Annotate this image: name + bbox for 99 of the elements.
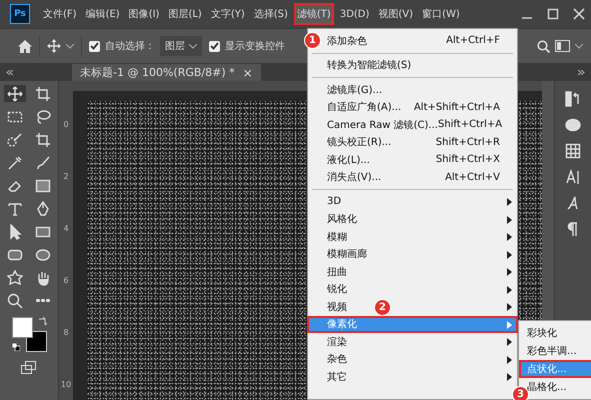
menu-item[interactable]: 扭曲 [327,264,347,279]
checkmark-icon [210,42,219,50]
shortcut-label: Shift+Ctrl+A [438,119,502,130]
collapse-icon[interactable] [6,70,14,75]
maximize-icon[interactable] [547,8,559,20]
show-transform-checkbox[interactable] [209,40,220,52]
ruler-label: 10 [60,381,72,389]
submenu-arrow-icon [507,250,512,258]
submenu-arrow-icon [507,286,512,294]
type-icon [7,200,23,216]
menu-item[interactable]: 添加杂色 [327,34,367,48]
ruler-label: 6 [63,277,69,285]
menu-item[interactable]: 模糊 [327,230,347,244]
menu-item[interactable]: 3D [327,196,342,208]
menu-item[interactable]: 彩色半调... [519,342,591,360]
pen-icon [35,200,51,216]
submenu-arrow-icon [507,356,512,364]
layer-dropdown[interactable]: 图层 [160,36,202,56]
menu-item[interactable]: 渲染 [327,334,347,349]
shape-icon [7,270,23,286]
menu-item[interactable]: 滤镜(T) [294,3,334,25]
quick-select-icon [7,132,23,148]
menu-item[interactable]: 风格化 [327,212,357,226]
ruler-label: 2 [63,173,69,181]
shape-tool[interactable] [4,269,26,286]
menu-item[interactable]: 图像(I) [126,3,162,25]
expand-icon[interactable] [577,70,585,75]
search-icon[interactable] [537,40,550,52]
submenu-arrow-icon [507,216,512,224]
grid-panel-icon[interactable] [565,143,581,159]
brush-icon [35,154,51,170]
ruler-label: 4 [63,225,69,233]
lasso-icon [35,108,51,124]
caret-icon [189,44,197,48]
menu-item[interactable]: 杂色 [327,352,347,366]
shortcut-label: Alt+Shift+Ctrl+A [414,102,500,113]
menu-item[interactable]: 自适应广角(A)... [327,100,402,114]
show-transform-label: 显示变换控件 [225,40,285,53]
close-icon[interactable] [573,8,585,20]
menu-item[interactable]: 液化(L)... [327,152,370,167]
shortcut-label: Shift+Ctrl+X [436,154,500,166]
eyedropper-icon [7,154,23,170]
swap-arrow-icon[interactable] [38,317,47,326]
menu-item[interactable]: 其它 [327,370,347,384]
gradient-icon [35,178,51,194]
auto-select-checkbox[interactable] [89,40,100,52]
color-swatches-drawing[interactable] [12,317,48,352]
menu-item[interactable]: 转换为智能滤镜(S) [327,58,412,72]
menu-item[interactable]: 消失点(V)... [327,170,382,184]
menu-item[interactable]: 彩块化 [519,324,591,342]
home-icon[interactable] [18,40,32,52]
submenu-arrow-icon [507,338,512,346]
submenu-arrow-icon [507,373,512,381]
shortcut-label: Alt+Ctrl+V [445,172,500,183]
submenu-arrow-icon [507,233,512,241]
zoom-icon [7,292,23,308]
artboard-icon [35,86,51,102]
menu-item[interactable]: 锐化 [327,282,347,296]
menu-item[interactable]: 编辑(E) [82,3,123,25]
more-icon [36,299,50,302]
menu-item[interactable]: 滤镜库(G)... [327,82,382,97]
menu-item[interactable]: 文件(F) [40,3,80,25]
caret-icon[interactable] [66,44,74,48]
move-tool[interactable] [4,85,26,102]
caret-icon[interactable] [575,44,583,48]
menu-item[interactable]: 模糊画廊 [327,247,367,262]
document-tab[interactable]: 未标题-1 @ 100%(RGB/8#) * × [72,64,261,81]
menu-item[interactable]: Camera Raw 滤镜(C)... [327,118,438,132]
close-tab-button[interactable]: × [242,66,253,80]
shortcut-label: Alt+Ctrl+F [446,35,500,46]
menu-item[interactable]: 窗口(W) [419,3,463,25]
app-logo: Ps [10,4,30,24]
move-icon[interactable] [47,39,61,53]
shortcut-label: Shift+Ctrl+R [436,136,500,148]
checkmark-icon [90,42,99,50]
submenu-arrow-icon [507,198,512,206]
default-colors-icon[interactable] [12,343,20,351]
crop-icon [35,132,51,148]
submenu-arrow-icon [507,320,512,328]
menu-item[interactable]: 视图(V) [375,3,416,25]
auto-select-label: 自动选择： [105,40,155,53]
move-icon [7,86,23,102]
menu-item[interactable]: 镜头校正(R)... [327,135,392,150]
step-callout-tooltip: 1 [304,32,321,49]
menu-item[interactable]: 3D(D) [336,4,372,24]
workspace-icon[interactable] [555,40,570,52]
ruler-label: 0 [63,121,69,129]
menu-item[interactable]: 视频 [327,300,347,314]
menu-item[interactable]: 图层(L) [165,3,205,25]
ellipse-icon [35,246,51,262]
history-panel-icon[interactable] [565,91,581,107]
submenu-arrow-icon [507,303,512,311]
menu-item[interactable]: 文字(Y) [208,3,248,25]
submenu-arrow-icon [507,268,512,276]
palette-panel-icon[interactable] [565,117,581,133]
ruler-label: 8 [63,329,69,337]
menu-item[interactable]: 选择(S) [250,3,291,25]
screen-mode-icon[interactable] [21,361,37,374]
character-panel-icon[interactable] [565,169,581,185]
